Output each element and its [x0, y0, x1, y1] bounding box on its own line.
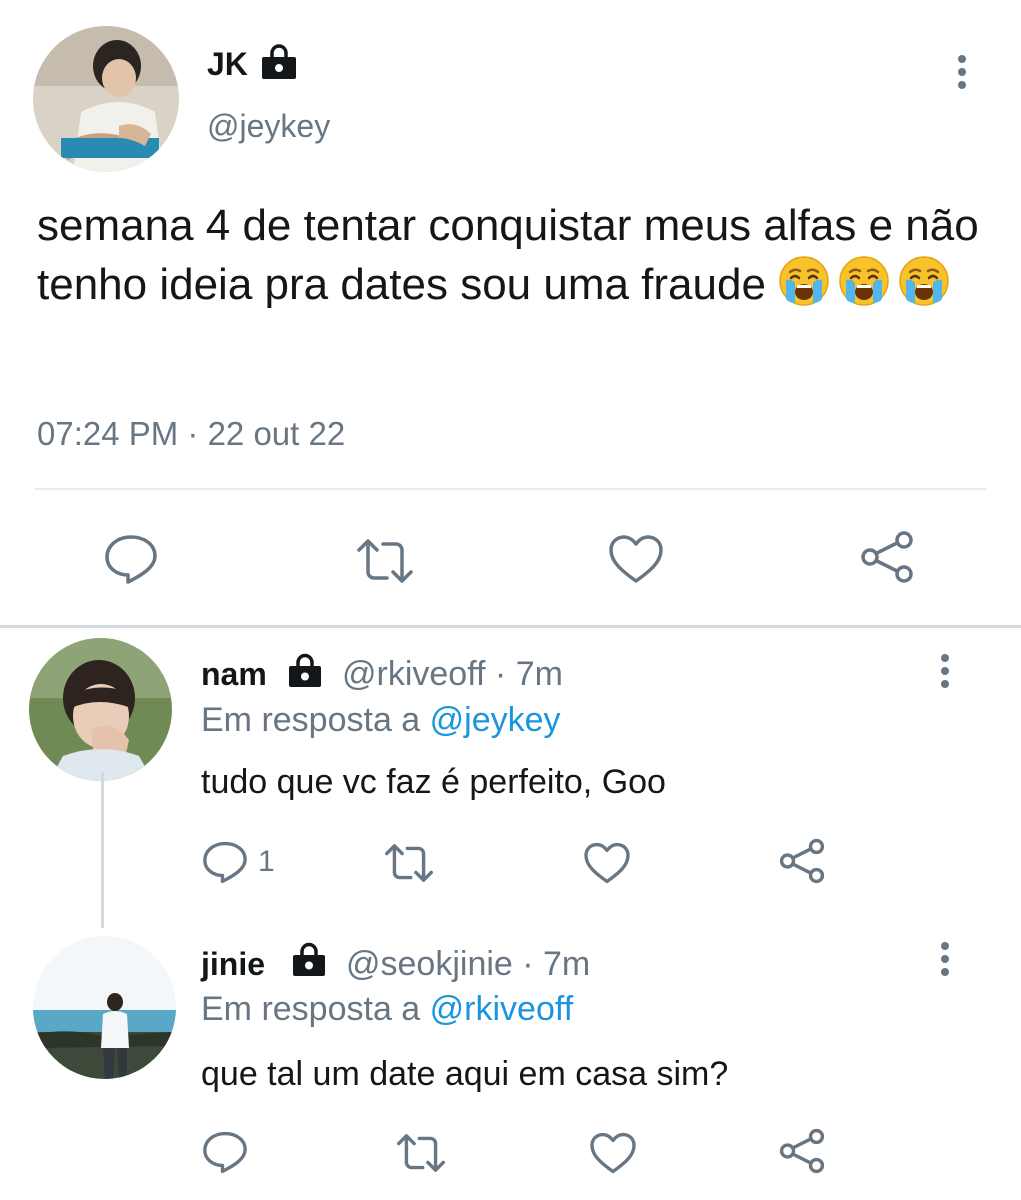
replying-to-label: Em resposta a	[201, 990, 430, 1028]
retweet-icon[interactable]	[357, 538, 413, 584]
retweet-icon[interactable]	[385, 843, 433, 883]
replying-to: Em resposta a @jeykey	[201, 700, 561, 740]
avatar[interactable]	[33, 936, 176, 1079]
reply-icon[interactable]	[202, 841, 248, 883]
reply-text: que tal um date aqui em casa sim?	[201, 1055, 729, 1093]
replying-to: Em resposta a @rkiveoff	[201, 989, 573, 1029]
reply-icon[interactable]	[104, 534, 158, 584]
mention-link[interactable]: @jeykey	[430, 701, 561, 739]
thread-connector	[101, 772, 104, 928]
crying-face-emoji-icon	[898, 255, 950, 307]
username[interactable]: @rkiveoff · 7m	[342, 654, 563, 694]
lock-icon	[291, 942, 327, 977]
share-icon[interactable]	[778, 838, 826, 884]
avatar[interactable]	[33, 26, 179, 172]
reply-icon[interactable]	[202, 1131, 248, 1173]
crying-face-emoji-icon	[778, 255, 830, 307]
tweet-timestamp[interactable]: 07:24 PM · 22 out 22	[37, 412, 345, 456]
display-name[interactable]: jinie	[201, 944, 265, 984]
lock-icon	[287, 653, 323, 688]
replying-to-label: Em resposta a	[201, 701, 430, 739]
share-icon[interactable]	[778, 1128, 826, 1174]
like-icon[interactable]	[589, 1132, 637, 1174]
share-icon[interactable]	[859, 530, 915, 584]
like-icon[interactable]	[583, 842, 631, 884]
more-options-icon[interactable]	[935, 942, 955, 976]
more-options-icon[interactable]	[952, 55, 972, 89]
section-gap	[0, 625, 1021, 628]
username[interactable]: @jeykey	[207, 106, 330, 146]
reply-count: 1	[258, 845, 275, 878]
avatar[interactable]	[29, 638, 172, 781]
divider	[35, 488, 987, 490]
display-name[interactable]: nam	[201, 654, 267, 694]
more-options-icon[interactable]	[935, 654, 955, 688]
mention-link[interactable]: @rkiveoff	[430, 990, 574, 1028]
display-name[interactable]: JK	[207, 44, 248, 84]
reply-text: tudo que vc faz é perfeito, Goo	[201, 763, 666, 801]
username[interactable]: @seokjinie · 7m	[346, 944, 590, 984]
retweet-icon[interactable]	[397, 1133, 445, 1173]
crying-face-emoji-icon	[838, 255, 890, 307]
like-icon[interactable]	[608, 534, 664, 584]
lock-icon	[260, 44, 298, 80]
tweet-text: semana 4 de tentar conquistar meus alfas…	[37, 197, 987, 314]
